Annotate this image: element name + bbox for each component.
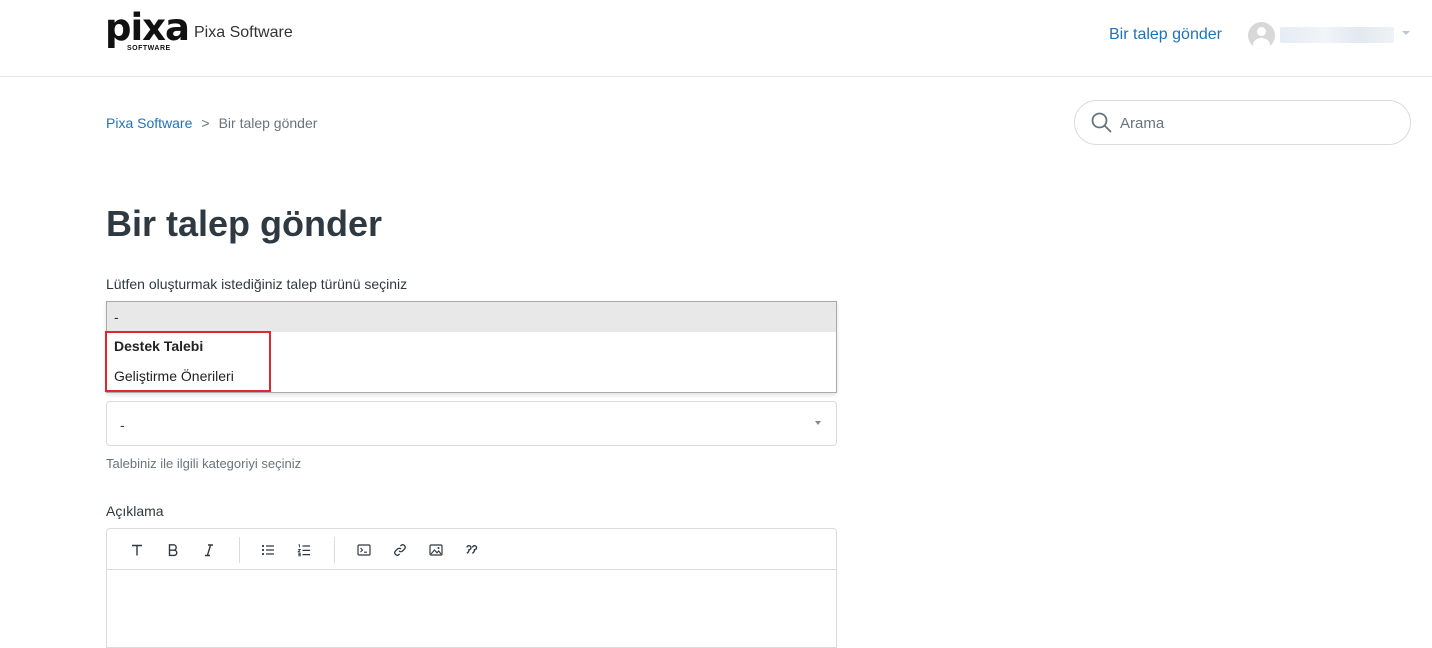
- link-icon[interactable]: [391, 541, 409, 559]
- pixa-logo[interactable]: pixa SOFTWARE: [105, 8, 190, 58]
- dropdown-option-selected[interactable]: -: [107, 302, 836, 332]
- category-select[interactable]: -: [106, 401, 837, 446]
- category-hint: Talebiniz ile ilgili kategoriyi seçiniz: [106, 456, 302, 471]
- text-size-icon[interactable]: [128, 541, 146, 559]
- numbered-list-icon[interactable]: [295, 541, 313, 559]
- page-title: Bir talep gönder: [106, 203, 383, 244]
- user-menu[interactable]: [1248, 22, 1413, 50]
- bold-icon[interactable]: [164, 541, 182, 559]
- form-type-label: Lütfen oluşturmak istediğiniz talep türü…: [106, 276, 408, 292]
- logo-wordmark: pixa: [105, 6, 190, 49]
- breadcrumb-current: Bir talep gönder: [218, 115, 318, 131]
- logo-subtext: SOFTWARE: [127, 45, 171, 52]
- editor-toolbar: [107, 529, 836, 570]
- user-name-redacted: [1280, 27, 1394, 43]
- site-name[interactable]: Pixa Software: [194, 24, 293, 42]
- category-select-value: -: [120, 417, 125, 433]
- breadcrumb-home[interactable]: Pixa Software: [106, 115, 192, 131]
- caret-down-icon: [815, 421, 821, 425]
- breadcrumb: Pixa Software > Bir talep gönder: [106, 115, 317, 131]
- image-icon[interactable]: [427, 541, 445, 559]
- avatar[interactable]: [1248, 22, 1275, 49]
- search-box[interactable]: [1074, 100, 1411, 145]
- breadcrumb-separator: >: [201, 115, 210, 131]
- search-input[interactable]: [1120, 111, 1390, 135]
- description-editor[interactable]: [106, 528, 837, 648]
- italic-icon[interactable]: [200, 541, 218, 559]
- description-label: Açıklama: [106, 503, 164, 519]
- code-block-icon[interactable]: [355, 541, 373, 559]
- bullet-list-icon[interactable]: [259, 541, 277, 559]
- highlight-box: [105, 331, 271, 392]
- chevron-down-icon[interactable]: [1402, 31, 1410, 35]
- quote-icon[interactable]: [463, 541, 481, 559]
- toolbar-divider: [334, 537, 335, 563]
- site-header: pixa SOFTWARE Pixa Software Bir talep gö…: [0, 0, 1432, 77]
- search-icon: [1091, 112, 1112, 133]
- toolbar-divider: [239, 537, 240, 563]
- submit-request-link[interactable]: Bir talep gönder: [1109, 26, 1222, 44]
